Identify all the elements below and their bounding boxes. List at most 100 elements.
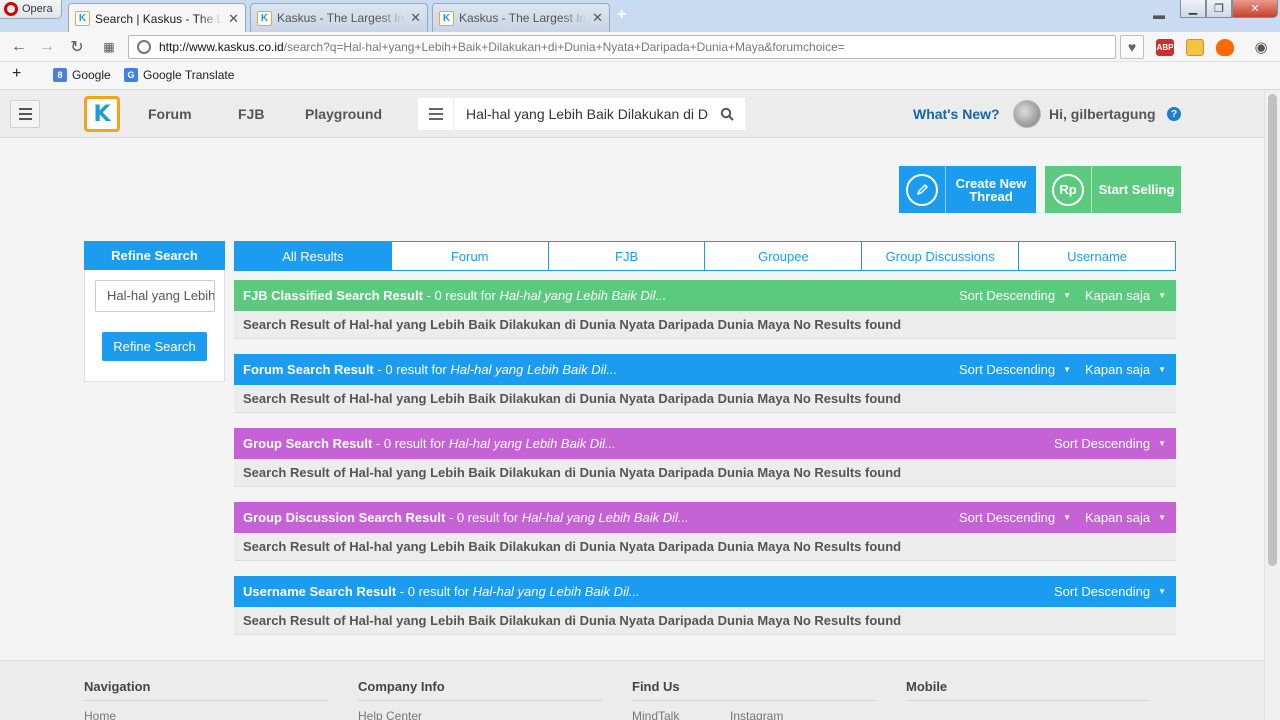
bookmarks-bar: + 8 Google G Google Translate (0, 62, 1280, 90)
kaskus-page: K Forum FJB Playground Hal-hal yang Lebi… (0, 90, 1264, 720)
tab-username[interactable]: Username (1019, 241, 1176, 271)
refine-search-button[interactable]: Refine Search (102, 332, 207, 361)
chevron-down-icon: ▼ (1158, 513, 1166, 522)
result-count: - 0 result for (373, 362, 451, 377)
tab-close-icon[interactable]: ✕ (228, 11, 239, 27)
search-category-menu-icon[interactable] (418, 98, 454, 130)
add-bookmark-button[interactable]: + (12, 65, 21, 83)
bookmark-label: Google Translate (143, 68, 235, 82)
url-path: /search?q=Hal-hal+yang+Lebih+Baik+Dilaku… (283, 40, 845, 54)
url-field[interactable]: http://www.kaskus.co.id /search?q=Hal-ha… (128, 35, 1116, 59)
opera-menu-button[interactable]: Opera (0, 0, 62, 19)
nav-playground[interactable]: Playground (305, 106, 382, 122)
sort-label: Sort Descending (1053, 436, 1151, 451)
site-info-icon[interactable] (137, 40, 151, 54)
minimize-button[interactable]: ▁ (1180, 0, 1206, 18)
folder-extension-icon[interactable] (1186, 39, 1204, 56)
page-scrollbar[interactable] (1264, 90, 1280, 720)
footer-link-home[interactable]: Home (84, 709, 116, 720)
time-dropdown[interactable]: Kapan saja ▼ (1085, 288, 1166, 303)
section-header: Group Discussion Search Result - 0 resul… (234, 502, 1176, 533)
bookmark-google[interactable]: 8 Google (53, 68, 111, 82)
tab-forum[interactable]: Forum (391, 241, 549, 271)
create-new-thread-button[interactable]: Create New Thread (899, 166, 1036, 213)
stash-heart-icon[interactable]: ♥ (1120, 35, 1144, 59)
footer-link-mindtalk[interactable]: MindTalk (632, 709, 679, 720)
sort-label: Sort Descending (958, 362, 1056, 377)
site-menu-button[interactable] (10, 100, 40, 128)
result-count: - 0 result for (396, 584, 473, 599)
tab-group-discussions[interactable]: Group Discussions (862, 241, 1020, 271)
sort-dropdown[interactable]: Sort Descending ▼ (1054, 436, 1166, 451)
query-text: Hal-hal yang Lebih Baik Dil... (499, 288, 667, 303)
header-search-input[interactable]: Hal-hal yang Lebih Baik Dilakukan di Dun… (454, 98, 709, 130)
footer-link-help-center[interactable]: Help Center (358, 709, 422, 720)
group-result-section: Group Search Result - 0 result for Hal-h… (234, 428, 1176, 487)
account-icon[interactable]: ◉ (1250, 36, 1272, 58)
maximize-button[interactable]: ❐ (1206, 0, 1232, 18)
reload-icon[interactable]: ↻ (66, 36, 88, 58)
start-selling-button[interactable]: Rp Start Selling (1045, 166, 1181, 213)
refine-search-input[interactable]: Hal-hal yang Lebih Baik Dilakukan di Dun… (95, 280, 215, 312)
footer-navigation-heading: Navigation (84, 679, 328, 701)
query-text: Hal-hal yang Lebih Baik Dil... (521, 510, 689, 525)
sort-dropdown[interactable]: Sort Descending ▼ (959, 288, 1071, 303)
address-bar-row: ← → ↻ ▦ http://www.kaskus.co.id /search?… (0, 32, 1280, 62)
tab-menu-chevron-icon[interactable]: ▬ (1153, 8, 1165, 22)
back-arrow-icon[interactable]: ← (8, 36, 30, 58)
sort-dropdown[interactable]: Sort Descending ▼ (959, 362, 1071, 377)
tab-close-icon[interactable]: ✕ (410, 10, 421, 26)
footer-company-info-heading: Company Info (358, 679, 602, 701)
chevron-down-icon: ▼ (1158, 291, 1166, 300)
browser-tab-kaskus-1[interactable]: K Kaskus - The Largest Indonesian Commun… (250, 3, 428, 32)
group-discussion-result-section: Group Discussion Search Result - 0 resul… (234, 502, 1176, 561)
sort-label: Sort Descending (958, 510, 1056, 525)
kaskus-logo[interactable]: K (84, 96, 120, 132)
section-title: Group Discussion Search Result (243, 510, 446, 525)
new-tab-button[interactable]: + (617, 7, 631, 23)
site-header: K Forum FJB Playground Hal-hal yang Lebi… (0, 90, 1264, 138)
fjb-result-section: FJB Classified Search Result - 0 result … (234, 280, 1176, 339)
tab-close-icon[interactable]: ✕ (592, 10, 603, 26)
chevron-down-icon: ▼ (1158, 587, 1166, 596)
browser-tab-kaskus-2[interactable]: K Kaskus - The Largest Indonesian Commun… (432, 3, 610, 32)
help-icon[interactable]: ? (1167, 107, 1181, 121)
sort-dropdown[interactable]: Sort Descending ▼ (1054, 584, 1166, 599)
search-icon[interactable] (709, 98, 745, 130)
kaskus-favicon-icon: K (257, 10, 272, 26)
nav-forum[interactable]: Forum (148, 106, 192, 122)
nav-fjb[interactable]: FJB (238, 106, 264, 122)
user-greeting[interactable]: Hi, gilbertagung (1049, 106, 1156, 122)
footer-link-instagram[interactable]: Instagram (730, 709, 783, 720)
whats-new-link[interactable]: What's New? (913, 106, 1000, 122)
site-footer: Navigation Company Info Find Us Mobile H… (0, 660, 1264, 720)
tab-title: Kaskus - The Largest Indonesian Communit… (459, 11, 587, 25)
time-dropdown[interactable]: Kapan saja ▼ (1085, 510, 1166, 525)
browser-tab-search[interactable]: K Search | Kaskus - The Largest Indonesi… (68, 3, 246, 33)
forward-arrow-icon[interactable]: → (36, 36, 58, 58)
tab-all-results[interactable]: All Results (234, 241, 392, 271)
pencil-icon (899, 166, 946, 213)
result-tabs: All Results Forum FJB Groupee Group Disc… (234, 241, 1176, 271)
time-dropdown[interactable]: Kapan saja ▼ (1085, 362, 1166, 377)
close-window-button[interactable]: ✕ (1232, 0, 1278, 18)
opera-menu-label: Opera (22, 3, 53, 15)
fire-extension-icon[interactable] (1216, 39, 1234, 56)
bookmark-label: Google (72, 68, 111, 82)
username-result-section: Username Search Result - 0 result for Ha… (234, 576, 1176, 635)
adblock-extension-icon[interactable]: ABP (1156, 39, 1174, 56)
scrollbar-thumb[interactable] (1268, 94, 1277, 566)
speed-dial-grid-icon[interactable]: ▦ (98, 36, 120, 58)
tab-fjb[interactable]: FJB (548, 241, 706, 271)
chevron-down-icon: ▼ (1063, 365, 1072, 374)
browser-tab-bar: Opera K Search | Kaskus - The Largest In… (0, 0, 1280, 33)
tab-groupee[interactable]: Groupee (705, 241, 863, 271)
section-header: Forum Search Result - 0 result for Hal-h… (234, 354, 1176, 385)
sort-dropdown[interactable]: Sort Descending ▼ (959, 510, 1071, 525)
create-thread-label-line2: Thread (969, 188, 1013, 204)
sort-label: Sort Descending (1053, 584, 1151, 599)
start-selling-label: Start Selling (1098, 182, 1175, 197)
bookmark-google-translate[interactable]: G Google Translate (124, 68, 234, 82)
tab-title: Kaskus - The Largest Indonesian Communit… (277, 11, 405, 25)
avatar[interactable] (1013, 100, 1041, 128)
